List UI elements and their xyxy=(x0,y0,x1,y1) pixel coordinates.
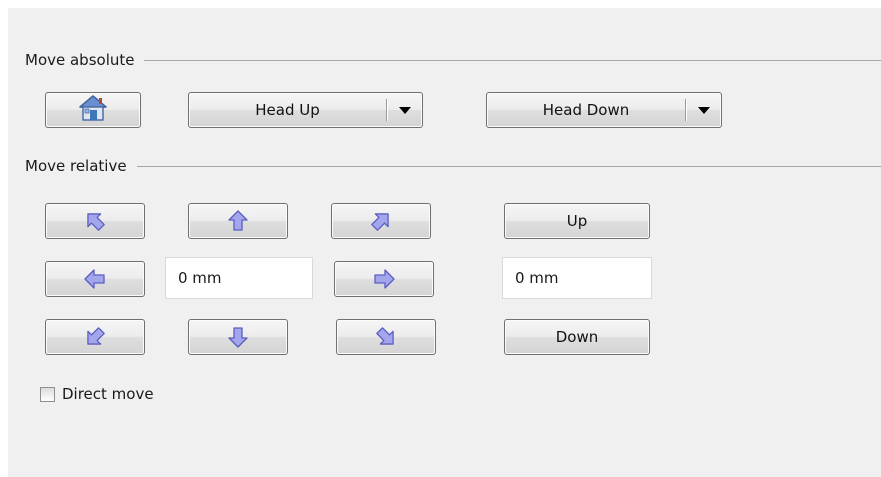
move-down-left-button[interactable] xyxy=(45,319,145,355)
direct-move-option[interactable]: Direct move xyxy=(40,385,154,403)
z-down-label: Down xyxy=(555,328,599,346)
arrow-up-right-icon xyxy=(370,210,392,232)
arrow-left-icon xyxy=(84,268,106,290)
z-up-button[interactable]: Up xyxy=(504,203,650,239)
move-up-right-button[interactable] xyxy=(331,203,431,239)
head-down-button[interactable]: Head Down xyxy=(486,92,722,128)
move-absolute-divider xyxy=(144,60,881,61)
arrow-up-left-icon xyxy=(84,210,106,232)
arrow-down-left-icon xyxy=(84,326,106,348)
move-relative-title: Move relative xyxy=(25,157,127,175)
arrow-down-icon xyxy=(227,326,249,348)
arrow-right-icon xyxy=(373,268,395,290)
z-step-value: 0 mm xyxy=(515,269,559,287)
move-left-button[interactable] xyxy=(45,261,145,297)
chevron-down-icon xyxy=(399,106,411,114)
move-panel xyxy=(8,8,881,477)
head-up-label: Head Up xyxy=(255,101,320,119)
z-down-button[interactable]: Down xyxy=(504,319,650,355)
move-down-button[interactable] xyxy=(188,319,288,355)
move-up-left-button[interactable] xyxy=(45,203,145,239)
move-absolute-header: Move absolute xyxy=(25,50,881,70)
home-button[interactable] xyxy=(45,92,141,128)
head-up-dropdown[interactable] xyxy=(388,106,422,114)
move-absolute-title: Move absolute xyxy=(25,51,135,69)
direct-move-label: Direct move xyxy=(62,385,154,403)
move-right-button[interactable] xyxy=(334,261,434,297)
move-up-button[interactable] xyxy=(188,203,288,239)
head-down-dropdown[interactable] xyxy=(687,106,721,114)
direct-move-checkbox[interactable] xyxy=(40,386,55,402)
arrow-down-right-icon xyxy=(375,326,397,348)
move-relative-header: Move relative xyxy=(25,156,881,176)
xy-step-input[interactable]: 0 mm xyxy=(165,257,313,299)
head-down-label: Head Down xyxy=(542,101,630,119)
arrow-up-icon xyxy=(227,210,249,232)
chevron-down-icon xyxy=(698,106,710,114)
z-up-label: Up xyxy=(566,212,588,230)
xy-step-value: 0 mm xyxy=(178,269,222,287)
move-down-right-button[interactable] xyxy=(336,319,436,355)
z-step-input[interactable]: 0 mm xyxy=(502,257,652,299)
home-icon xyxy=(78,94,108,126)
head-up-button[interactable]: Head Up xyxy=(188,92,423,128)
move-relative-divider xyxy=(136,166,881,167)
